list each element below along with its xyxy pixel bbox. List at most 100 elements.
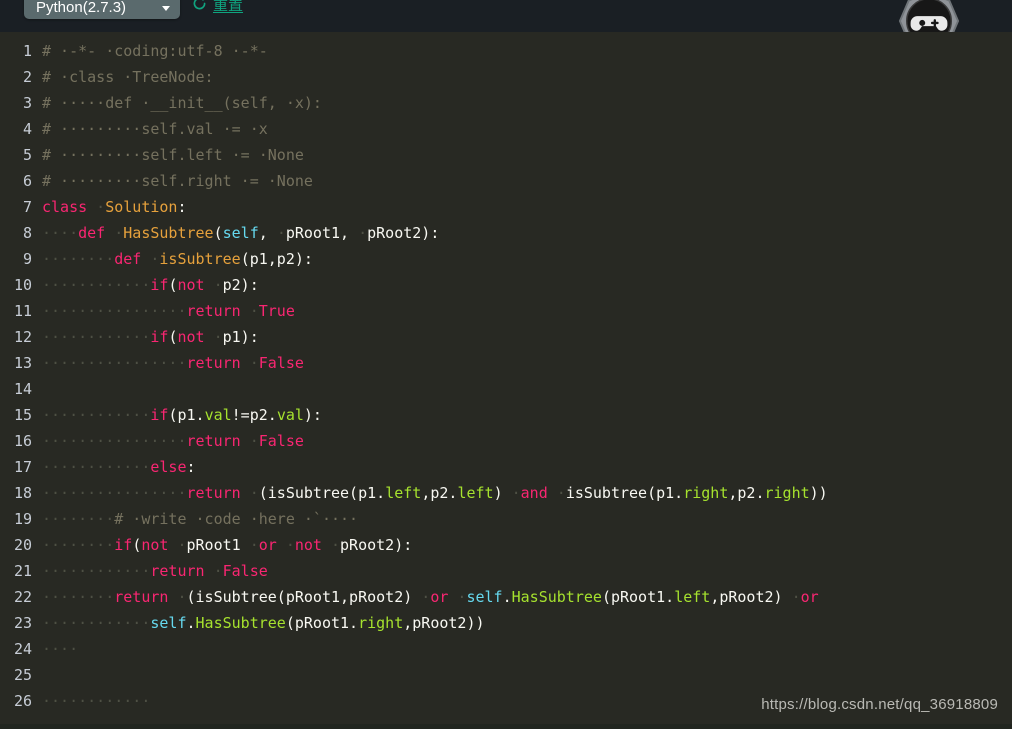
token-ws: · bbox=[204, 562, 223, 580]
line-text[interactable]: ········# ·write ·code ·here ·`···· bbox=[42, 506, 1012, 532]
badge-cluster bbox=[890, 0, 1012, 32]
line-text[interactable]: ················return ·True bbox=[42, 298, 1012, 324]
token-plain: : bbox=[177, 198, 187, 216]
token-ws: ············ bbox=[42, 614, 151, 632]
token-ws: · bbox=[412, 588, 431, 606]
code-line[interactable]: 16 ················return ·False bbox=[0, 428, 1012, 454]
line-text[interactable]: ············if(not ·p1): bbox=[42, 324, 1012, 350]
code-line[interactable]: 17 ············else: bbox=[0, 454, 1012, 480]
token-ws: · bbox=[168, 536, 187, 554]
line-text[interactable]: ················return ·(isSubtree(p1.le… bbox=[42, 480, 1012, 506]
token-ws: ············ bbox=[42, 692, 151, 710]
line-text[interactable]: ············return ·False bbox=[42, 558, 1012, 584]
line-text[interactable]: ···· bbox=[42, 636, 1012, 662]
line-text[interactable]: ····def ·HasSubtree(self, ·pRoot1, ·pRoo… bbox=[42, 220, 1012, 246]
code-lines-container[interactable]: 1 # ·-*- ·coding:utf-8 ·-*- 2 # ·class ·Tre… bbox=[0, 38, 1012, 714]
line-number: 18 bbox=[13, 484, 32, 502]
token-ws: · bbox=[547, 484, 566, 502]
code-line[interactable]: 3 # ·····def ·__init__(self, ·x): bbox=[0, 90, 1012, 116]
code-editor[interactable]: 1 # ·-*- ·coding:utf-8 ·-*- 2 # ·class ·Tre… bbox=[0, 32, 1012, 724]
token-attr: val bbox=[276, 406, 304, 424]
token-fn: isSubtree bbox=[159, 250, 241, 268]
line-number: 20 bbox=[13, 536, 32, 554]
token-self: self bbox=[466, 588, 503, 606]
code-line[interactable]: 8 ····def ·HasSubtree(self, ·pRoot1, ·pRo… bbox=[0, 220, 1012, 246]
line-text[interactable]: ············else: bbox=[42, 454, 1012, 480]
line-text[interactable]: ················return ·False bbox=[42, 350, 1012, 376]
line-text[interactable]: ············self.HasSubtree(pRoot1.right… bbox=[42, 610, 1012, 636]
language-selector-dropdown[interactable]: Python(2.7.3) bbox=[24, 0, 180, 19]
code-line[interactable]: 7 class ·Solution: bbox=[0, 194, 1012, 220]
line-text[interactable]: ········def ·isSubtree(p1,p2): bbox=[42, 246, 1012, 272]
line-text[interactable]: # ·-*- ·coding:utf-8 ·-*- bbox=[42, 38, 1012, 64]
line-text[interactable]: ········if(not ·pRoot1 ·or ·not ·pRoot2)… bbox=[42, 532, 1012, 558]
code-line[interactable]: 10 ············if(not ·p2): bbox=[0, 272, 1012, 298]
game-controller-icon[interactable] bbox=[898, 0, 960, 32]
code-line[interactable]: 2 # ·class ·TreeNode: bbox=[0, 64, 1012, 90]
token-kw: if bbox=[150, 276, 169, 294]
code-line[interactable]: 6 # ·········self.right ·= ·None bbox=[0, 168, 1012, 194]
code-line[interactable]: 4 # ·········self.val ·= ·x bbox=[0, 116, 1012, 142]
line-text[interactable]: # ·class ·TreeNode: bbox=[42, 64, 1012, 90]
chevron-down-icon bbox=[162, 6, 170, 11]
code-line[interactable]: 23 ············self.HasSubtree(pRoot1.rig… bbox=[0, 610, 1012, 636]
token-ws: ················ bbox=[42, 484, 187, 502]
token-kw: return bbox=[186, 354, 241, 372]
line-text[interactable]: # ·········self.right ·= ·None bbox=[42, 168, 1012, 194]
code-line[interactable]: 19 ········# ·write ·code ·here ·`···· bbox=[0, 506, 1012, 532]
token-ws: ············ bbox=[42, 562, 151, 580]
line-number: 4 bbox=[22, 120, 32, 138]
token-kw: not bbox=[141, 536, 169, 554]
code-line[interactable]: 9 ········def ·isSubtree(p1,p2): bbox=[0, 246, 1012, 272]
token-kw: False bbox=[258, 432, 304, 450]
code-line[interactable]: 21 ············return ·False bbox=[0, 558, 1012, 584]
line-number: 11 bbox=[13, 302, 32, 320]
token-plain: p2): bbox=[222, 276, 259, 294]
line-text[interactable]: ············if(p1.val!=p2.val): bbox=[42, 402, 1012, 428]
token-ws: ········ bbox=[42, 536, 115, 554]
code-line[interactable]: 25 bbox=[0, 662, 1012, 688]
line-text[interactable]: # ·········self.val ·= ·x bbox=[42, 116, 1012, 142]
token-ws: · bbox=[276, 536, 295, 554]
line-number: 12 bbox=[13, 328, 32, 346]
token-kw: if bbox=[150, 328, 169, 346]
token-plain: ,p2. bbox=[421, 484, 458, 502]
token-plain: (pRoot1. bbox=[285, 614, 359, 632]
line-number: 23 bbox=[13, 614, 32, 632]
reset-button[interactable]: 重置 bbox=[191, 0, 243, 13]
refresh-icon bbox=[193, 0, 206, 10]
token-plain: p1): bbox=[222, 328, 259, 346]
line-text[interactable]: ············if(not ·p2): bbox=[42, 272, 1012, 298]
code-line[interactable]: 22 ········return ·(isSubtree(pRoot1,pRoo… bbox=[0, 584, 1012, 610]
token-com: # ·write ·code ·here ·`···· bbox=[114, 510, 359, 528]
token-com: # ·-*- ·coding:utf-8 ·-*- bbox=[42, 42, 268, 60]
code-line[interactable]: 24 ···· bbox=[0, 636, 1012, 662]
token-kw: or bbox=[800, 588, 819, 606]
token-kw: not bbox=[294, 536, 322, 554]
token-kw: return bbox=[186, 432, 241, 450]
line-text[interactable]: # ·····def ·__init__(self, ·x): bbox=[42, 90, 1012, 116]
line-text[interactable]: ················return ·False bbox=[42, 428, 1012, 454]
code-line[interactable]: 1 # ·-*- ·coding:utf-8 ·-*- bbox=[0, 38, 1012, 64]
line-text[interactable]: # ·········self.left ·= ·None bbox=[42, 142, 1012, 168]
code-line[interactable]: 14 bbox=[0, 376, 1012, 402]
language-selector-label: Python(2.7.3) bbox=[36, 0, 127, 16]
code-line[interactable]: 12 ············if(not ·p1): bbox=[0, 324, 1012, 350]
token-kw: and bbox=[520, 484, 548, 502]
code-line[interactable]: 15 ············if(p1.val!=p2.val): bbox=[0, 402, 1012, 428]
token-attr: HasSubtree bbox=[195, 614, 286, 632]
code-line[interactable]: 20 ········if(not ·pRoot1 ·or ·not ·pRoot… bbox=[0, 532, 1012, 558]
token-kw: else bbox=[150, 458, 187, 476]
token-kw: def bbox=[78, 224, 106, 242]
code-line[interactable]: 18 ················return ·(isSubtree(p1.… bbox=[0, 480, 1012, 506]
token-kw: class bbox=[42, 198, 88, 216]
line-text[interactable]: ········return ·(isSubtree(pRoot1,pRoot2… bbox=[42, 584, 1012, 610]
code-line[interactable]: 11 ················return ·True bbox=[0, 298, 1012, 324]
code-line[interactable]: 13 ················return ·False bbox=[0, 350, 1012, 376]
token-plain: pRoot2): bbox=[367, 224, 440, 242]
code-line[interactable]: 5 # ·········self.left ·= ·None bbox=[0, 142, 1012, 168]
token-kw: or bbox=[430, 588, 449, 606]
line-number: 5 bbox=[22, 146, 32, 164]
token-ws: ········ bbox=[42, 250, 115, 268]
line-text[interactable]: class ·Solution: bbox=[42, 194, 1012, 220]
